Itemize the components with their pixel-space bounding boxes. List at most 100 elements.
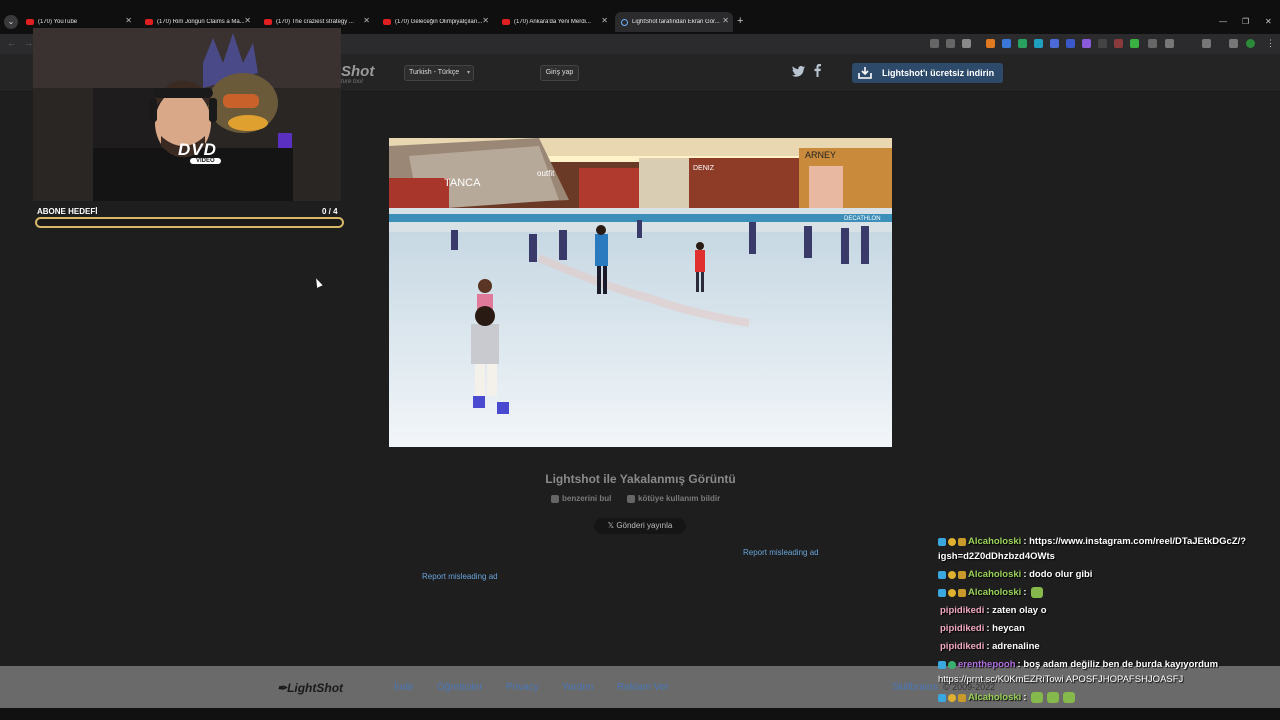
chat-text-continuation: igsh=d2Z0dDhzbzd4OWts	[938, 551, 1055, 562]
extension-icon[interactable]	[1130, 39, 1139, 48]
login-button[interactable]: Giriş yap	[540, 65, 579, 81]
tab-title: (170) YouTube	[38, 19, 78, 25]
star-icon[interactable]	[962, 39, 971, 48]
extension-icon[interactable]	[1018, 39, 1027, 48]
footer-link-privacy[interactable]: Privacy	[506, 682, 539, 693]
chat-message: Alcaholoski :	[938, 587, 1043, 598]
post-on-x-button[interactable]: 𝕏 Gönderi yayınla	[594, 518, 686, 534]
crown-badge-icon	[958, 588, 966, 597]
tab-olimpiyatcilar[interactable]: (170) Geleceğin Olimpiyatçıları... ✕	[377, 12, 493, 32]
trash-icon	[627, 494, 635, 503]
store-sign: ARNEY	[805, 150, 836, 160]
store-sign: DENIZ	[693, 165, 715, 172]
subscriber-goal-progress-bar	[35, 217, 344, 228]
tab-lightshot[interactable]: LightShot tarafından Ekran Gör... ✕	[615, 12, 733, 32]
menu-icon[interactable]: ⋮	[1266, 39, 1275, 48]
extension-icon[interactable]	[1098, 39, 1107, 48]
footer-link-tutorials[interactable]: Öğreticiler	[437, 682, 483, 693]
dvd-logo-subtitle: VIDEO	[190, 158, 221, 164]
chat-message: pipidikedi : adrenaline	[940, 641, 1040, 652]
profile-avatar[interactable]	[1246, 39, 1255, 48]
subscriber-goal-count: 0 / 4	[322, 207, 338, 216]
close-tab-icon[interactable]: ✕	[482, 16, 489, 25]
youtube-icon	[264, 19, 272, 25]
x-logo-icon: 𝕏	[607, 521, 617, 530]
report-ad-link-right[interactable]: Report misleading ad	[743, 548, 819, 557]
extension-icon[interactable]	[1002, 39, 1011, 48]
youtube-icon	[502, 19, 510, 25]
chat-stray-text: https://prnt.sc/K0KmEZRiTowi APOSFJHOPAF…	[938, 674, 1184, 685]
report-abuse-link[interactable]: kötüye kullanım bildir	[627, 494, 720, 503]
footer-link-advertise[interactable]: Reklam Ver	[617, 682, 669, 693]
camera-icon	[551, 494, 559, 503]
close-window-icon[interactable]: ✕	[1265, 17, 1272, 26]
webcam-overlay	[33, 28, 341, 201]
footer-link-download[interactable]: İndir	[394, 682, 413, 693]
footer-link-help[interactable]: Yardım	[562, 682, 594, 693]
tab-title: (170) Ankara'da Yeni Merdi...	[514, 19, 591, 25]
bottom-strip	[0, 708, 1280, 720]
tab-ankara[interactable]: (170) Ankara'da Yeni Merdi... ✕	[496, 12, 612, 32]
extension-icon[interactable]	[986, 39, 995, 48]
extension-icon[interactable]	[1034, 39, 1043, 48]
close-tab-icon[interactable]: ✕	[601, 16, 608, 25]
lightshot-icon	[621, 18, 628, 26]
bits-badge-icon	[948, 537, 956, 546]
frog-emote-icon	[1046, 692, 1059, 703]
sidebar-icon[interactable]	[1229, 39, 1238, 48]
chat-text: : adrenaline	[986, 641, 1040, 652]
tab-title: LightShot tarafından Ekran Gör...	[632, 19, 720, 25]
back-icon[interactable]: ←	[7, 38, 16, 48]
footer-logo[interactable]: ✒LightShot	[277, 681, 343, 695]
subscriber-goal-label: ABONE HEDEFİ	[37, 207, 98, 216]
chat-message: pipidikedi : zaten olay o	[940, 605, 1047, 616]
zoom-icon[interactable]	[930, 39, 939, 48]
chat-username: Alcaholoski	[968, 569, 1022, 580]
chat-text: : zaten olay o	[986, 605, 1047, 616]
footer-logo-text: LightShot	[287, 681, 344, 695]
find-similar-link[interactable]: benzerini bul	[551, 494, 611, 503]
subscriber-badge-icon	[938, 693, 946, 702]
chat-username: pipidikedi	[940, 605, 985, 616]
subscriber-badge-icon	[938, 588, 946, 597]
download-button-label: Lightshot'ı ücretsiz indirin	[882, 68, 995, 78]
chat-text: :	[1023, 587, 1027, 598]
extension-icon[interactable]	[1165, 39, 1174, 48]
eye-off-icon[interactable]	[946, 39, 955, 48]
feather-icon: ✒	[277, 681, 288, 695]
minimize-icon[interactable]: —	[1219, 17, 1227, 26]
tab-list-button[interactable]: ⌄	[4, 15, 18, 29]
extension-icon[interactable]	[1114, 39, 1123, 48]
forward-icon[interactable]: →	[24, 38, 33, 48]
maximize-icon[interactable]: ❐	[1242, 17, 1249, 26]
captured-screenshot[interactable]: TANCA outfit DENIZ ARNEY DECATHLON	[389, 138, 892, 447]
new-tab-icon[interactable]: +	[737, 16, 743, 27]
post-button-label: Gönderi yayınla	[616, 521, 673, 530]
extension-icon[interactable]	[1148, 39, 1157, 48]
report-ad-link-left[interactable]: Report misleading ad	[422, 572, 498, 581]
extension-icon[interactable]	[1082, 39, 1091, 48]
close-tab-icon[interactable]: ✕	[125, 16, 132, 25]
download-button[interactable]: Lightshot'ı ücretsiz indirin	[852, 63, 1003, 83]
language-select[interactable]: Turkish - Türkçe ▾	[404, 65, 474, 81]
close-tab-icon[interactable]: ✕	[363, 16, 370, 25]
close-tab-icon[interactable]: ✕	[244, 16, 251, 25]
close-tab-icon[interactable]: ✕	[722, 16, 729, 25]
footer-link-skillbrains[interactable]: Skillbrains	[892, 682, 938, 693]
facebook-icon[interactable]	[814, 64, 821, 80]
youtube-icon	[145, 19, 153, 25]
twitter-icon[interactable]	[792, 66, 805, 80]
frog-emote-icon	[1030, 587, 1043, 598]
chat-username: Alcaholoski	[968, 536, 1022, 547]
chat-username: pipidikedi	[940, 641, 985, 652]
extensions-puzzle-icon[interactable]	[1202, 39, 1211, 48]
extension-icon[interactable]	[1066, 39, 1075, 48]
chat-text: :	[1023, 692, 1027, 703]
find-similar-label: benzerini bul	[562, 494, 612, 503]
language-select-value: Turkish - Türkçe	[409, 69, 460, 76]
site-logo[interactable]: Shot	[341, 63, 374, 80]
bits-badge-icon	[948, 693, 956, 702]
extension-icon[interactable]	[1050, 39, 1059, 48]
ice-rink-photo: TANCA outfit DENIZ ARNEY DECATHLON	[389, 138, 892, 447]
youtube-icon	[26, 19, 34, 25]
